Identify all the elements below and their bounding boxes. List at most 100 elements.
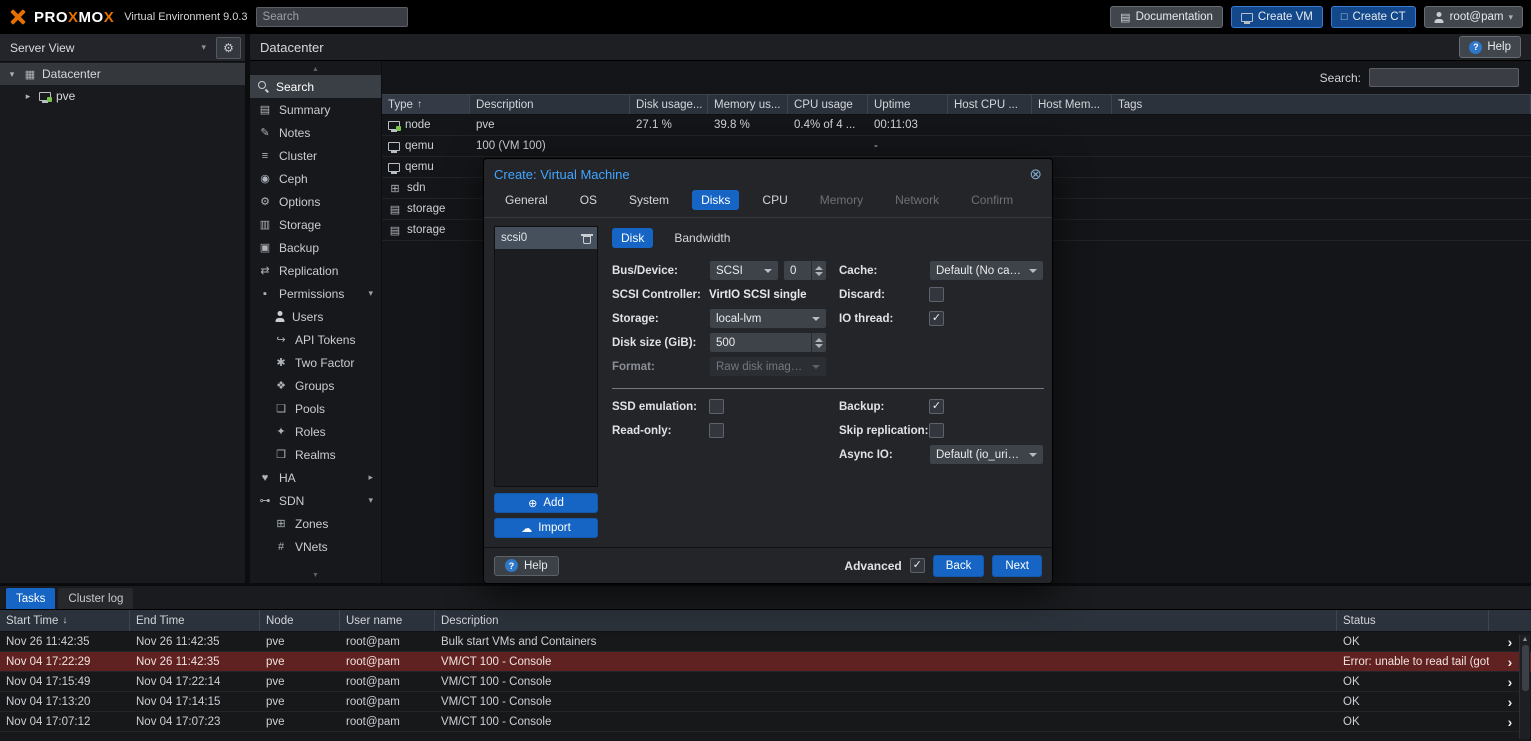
task-row[interactable]: Nov 04 17:07:12Nov 04 17:07:23pveroot@pa…	[0, 712, 1531, 732]
async-io-select[interactable]: Default (io_uring)	[929, 444, 1044, 465]
close-icon[interactable]: ⊗	[1029, 167, 1042, 182]
io-thread-checkbox[interactable]: ✓	[929, 311, 944, 326]
add-disk-button[interactable]: ⊕ Add	[494, 493, 598, 513]
user-menu-button[interactable]: root@pam ▾	[1424, 6, 1523, 28]
create-vm-button[interactable]: Create VM	[1231, 6, 1323, 28]
dialog-tab-system[interactable]: System	[620, 190, 678, 210]
help-button[interactable]: ? Help	[1459, 36, 1521, 58]
nav-item-permissions[interactable]: ▪Permissions▾	[250, 282, 381, 305]
column-header-description[interactable]: Description	[435, 610, 1337, 631]
dialog-tab-general[interactable]: General	[496, 190, 557, 210]
advanced-checkbox[interactable]: ✓	[910, 558, 925, 573]
nav-item-summary[interactable]: ▤Summary	[250, 98, 381, 121]
dialog-header[interactable]: Create: Virtual Machine ⊗	[484, 159, 1052, 189]
task-row[interactable]: Nov 04 17:13:20Nov 04 17:14:15pveroot@pa…	[0, 692, 1531, 712]
column-header-host-cpu[interactable]: Host CPU ...	[948, 95, 1032, 114]
nav-item-users[interactable]: Users	[250, 305, 381, 328]
nav-item-ceph[interactable]: ◉Ceph	[250, 167, 381, 190]
column-header-type[interactable]: Type↑	[382, 95, 470, 114]
chevron-down-icon	[1029, 453, 1037, 457]
create-ct-button[interactable]: □ Create CT	[1331, 6, 1416, 28]
trash-icon[interactable]	[583, 236, 591, 244]
column-header-cpu-usage[interactable]: CPU usage	[788, 95, 868, 114]
disk-size-spinner[interactable]: 500	[709, 332, 827, 353]
column-header-end-time[interactable]: End Time	[130, 610, 260, 631]
task-row[interactable]: Nov 04 17:22:29Nov 26 11:42:35pveroot@pa…	[0, 652, 1531, 672]
nav-scroll-up-icon[interactable]: ▲	[250, 63, 381, 75]
storage-select[interactable]: local-lvm	[709, 308, 827, 329]
dialog-tab-disks[interactable]: Disks	[692, 190, 739, 210]
resource-row-node-pve[interactable]: nodepve27.1 %39.8 %0.4% of 4 ...00:11:03	[382, 115, 1531, 136]
tree-settings-button[interactable]: ⚙	[216, 37, 241, 59]
skip-replication-checkbox[interactable]: ✓	[929, 423, 944, 438]
tasks-scrollbar[interactable]: ▲	[1519, 635, 1530, 739]
nav-item-sdn[interactable]: ⊶SDN▾	[250, 489, 381, 512]
cache-select[interactable]: Default (No cache)	[929, 260, 1044, 281]
global-search-input[interactable]	[256, 7, 408, 27]
table-filter-input[interactable]	[1369, 68, 1519, 87]
nav-item-ha[interactable]: ♥HA▸	[250, 466, 381, 489]
column-header-status[interactable]: Status	[1337, 610, 1489, 631]
nav-item-two-factor[interactable]: ✱Two Factor	[250, 351, 381, 374]
column-header-disk-usage[interactable]: Disk usage...	[630, 95, 708, 114]
dialog-help-button[interactable]: ? Help	[494, 556, 559, 576]
disk-list-item-scsi0[interactable]: scsi0	[495, 227, 597, 249]
import-disk-button[interactable]: ☁ Import	[494, 518, 598, 538]
disk-subtab-disk[interactable]: Disk	[612, 228, 653, 248]
bus-number-spinner[interactable]: 0	[783, 260, 827, 281]
tab-cluster-log[interactable]: Cluster log	[58, 588, 133, 609]
column-header-start-time[interactable]: Start Time↓	[0, 610, 130, 631]
scrollbar-thumb[interactable]	[1522, 645, 1529, 691]
bus-select[interactable]: SCSI	[709, 260, 779, 281]
tree-node-datacenter[interactable]: ▾▦Datacenter	[0, 63, 245, 85]
read-only-checkbox[interactable]: ✓	[709, 423, 724, 438]
spinner-arrows-icon[interactable]	[811, 333, 826, 352]
tree-node-pve[interactable]: ▸pve	[0, 85, 245, 107]
column-header-host-mem[interactable]: Host Mem...	[1032, 95, 1112, 114]
nav-item-api-tokens[interactable]: ↪API Tokens	[250, 328, 381, 351]
nav-item-notes[interactable]: ✎Notes	[250, 121, 381, 144]
column-header-tags[interactable]: Tags	[1112, 95, 1531, 114]
column-header-description[interactable]: Description	[470, 95, 630, 114]
nav-item-search[interactable]: Search	[250, 75, 381, 98]
nav-item-options[interactable]: ⚙Options	[250, 190, 381, 213]
resource-row-qemu-100-vm-100[interactable]: qemu100 (VM 100)-	[382, 136, 1531, 157]
dialog-tab-os[interactable]: OS	[571, 190, 606, 210]
back-button[interactable]: Back	[933, 555, 985, 577]
column-header-user-name[interactable]: User name	[340, 610, 435, 631]
backup-checkbox[interactable]: ✓	[929, 399, 944, 414]
next-button[interactable]: Next	[992, 555, 1042, 577]
chevron-right-icon[interactable]: ▸	[22, 91, 34, 102]
nav-item-pools[interactable]: ❏Pools	[250, 397, 381, 420]
nav-item-roles[interactable]: ✦Roles	[250, 420, 381, 443]
nav-item-zones[interactable]: ⊞Zones	[250, 512, 381, 535]
spinner-arrows-icon[interactable]	[811, 261, 826, 280]
ssd-emulation-checkbox[interactable]: ✓	[709, 399, 724, 414]
nav-item-cluster[interactable]: ≡Cluster	[250, 144, 381, 167]
column-header-node[interactable]: Node	[260, 610, 340, 631]
discard-checkbox[interactable]: ✓	[929, 287, 944, 302]
nav-scroll-down-icon[interactable]: ▼	[250, 569, 381, 581]
nav-item-storage[interactable]: ▥Storage	[250, 213, 381, 236]
documentation-button[interactable]: ▤ Documentation	[1110, 6, 1223, 28]
tab-tasks[interactable]: Tasks	[6, 588, 55, 609]
view-selector[interactable]: Server View ▾	[4, 37, 212, 59]
nav-item-realms[interactable]: ❒Realms	[250, 443, 381, 466]
nav-item-label: Pools	[295, 402, 373, 416]
chevron-down-icon[interactable]: ▾	[6, 69, 18, 80]
column-header-uptime[interactable]: Uptime	[868, 95, 948, 114]
column-header-memory-us[interactable]: Memory us...	[708, 95, 788, 114]
task-row[interactable]: Nov 26 11:42:35Nov 26 11:42:35pveroot@pa…	[0, 632, 1531, 652]
dialog-tab-cpu[interactable]: CPU	[753, 190, 796, 210]
scrollbar-up-icon[interactable]: ▲	[1522, 636, 1529, 643]
help-icon: ?	[1469, 41, 1482, 54]
book-icon: ▤	[1120, 11, 1130, 24]
nav-item-backup[interactable]: ▣Backup	[250, 236, 381, 259]
task-row[interactable]: Nov 04 17:15:49Nov 04 17:22:14pveroot@pa…	[0, 672, 1531, 692]
panel-header: Datacenter ? Help	[250, 34, 1531, 61]
nav-item-vnets[interactable]: #VNets	[250, 535, 381, 558]
qemu-icon	[388, 163, 400, 172]
nav-item-groups[interactable]: ❖Groups	[250, 374, 381, 397]
disk-subtab-bandwidth[interactable]: Bandwidth	[665, 228, 739, 248]
nav-item-replication[interactable]: ⇄Replication	[250, 259, 381, 282]
